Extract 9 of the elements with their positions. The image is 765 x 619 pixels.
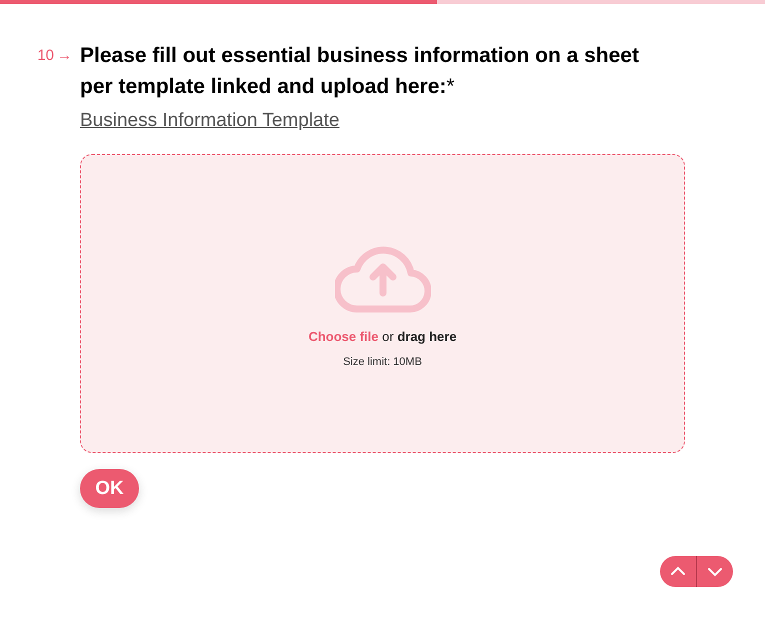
upload-prompt: Choose file or drag here [308,329,457,344]
upload-dropzone[interactable]: Choose file or drag here Size limit: 10MB [80,154,685,453]
previous-button[interactable] [660,556,697,587]
question-title: Please fill out essential business information on a sheet per template linked and upload here:* [80,43,640,100]
next-button[interactable] [697,556,733,587]
template-link[interactable]: Business Information Template [80,110,340,132]
size-limit: Size limit: 10MB [343,356,422,368]
arrow-icon: → [57,46,72,64]
question-number: 10 [37,46,54,64]
